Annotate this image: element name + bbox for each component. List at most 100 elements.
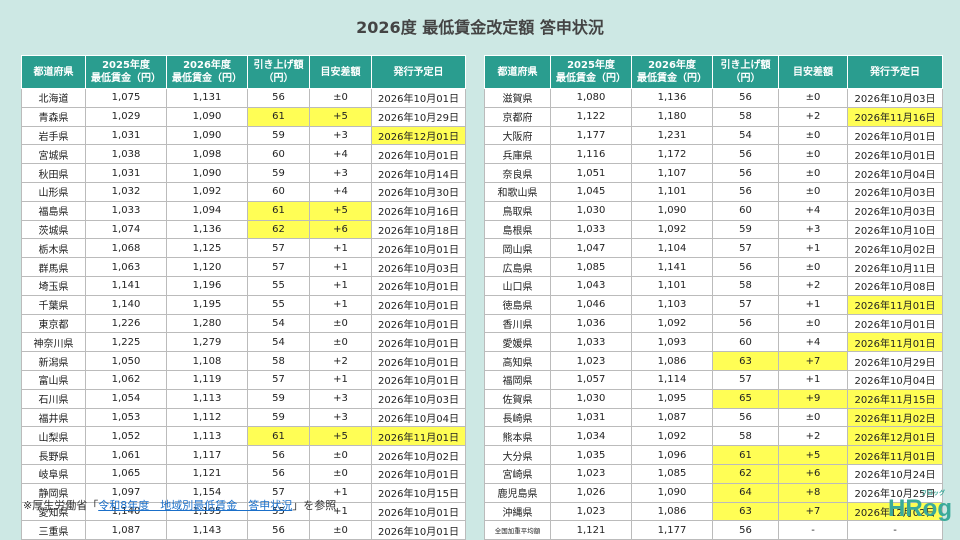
table-cell: 2026年10月04日 (847, 163, 943, 183)
table-cell: ±0 (309, 445, 372, 465)
table-cell: +1 (778, 369, 848, 390)
table-cell: +1 (309, 294, 372, 315)
table-cell: 2026年10月16日 (371, 200, 466, 221)
table-cell: 56 (712, 88, 779, 108)
table-cell: 2026年10月02日 (847, 238, 943, 259)
table-cell: 1,125 (166, 238, 248, 259)
table-cell: 58 (712, 275, 779, 296)
table-row: 栃木県 1,068 1,125 57 +1 2026年10月01日 (21, 238, 466, 259)
table-cell: 1,062 (85, 369, 167, 390)
table-cell: 62 (712, 463, 779, 484)
table-cell: +2 (778, 275, 848, 296)
table-cell: 1,026 (550, 482, 632, 503)
column-header: 2025年度 最低賃金（円） (550, 55, 632, 89)
table-cell: 福井県 (21, 407, 86, 428)
table-cell: 千葉県 (21, 294, 86, 315)
table-row: 兵庫県 1,116 1,172 56 ±0 2026年10月01日 (484, 144, 943, 165)
table-row: 大阪府 1,177 1,231 54 ±0 2026年10月01日 (484, 125, 943, 146)
table-cell: 2026年10月03日 (847, 181, 943, 202)
table-cell: 1,225 (85, 332, 167, 353)
column-header: 引き上げ額 （円） (247, 55, 310, 89)
table-cell: +3 (309, 388, 372, 409)
table-cell: 2026年10月01日 (847, 144, 943, 165)
table-cell: 1,103 (631, 294, 713, 315)
table-cell: 1,279 (166, 332, 248, 353)
table-cell: 1,101 (631, 181, 713, 202)
table-cell: 2026年10月04日 (371, 407, 466, 428)
table-cell: 2026年11月01日 (847, 294, 943, 315)
table-cell: 1,120 (166, 257, 248, 277)
table-row: 青森県 1,029 1,090 61 +5 2026年10月29日 (21, 106, 466, 127)
table-cell: 1,063 (85, 257, 167, 277)
table-cell: 59 (247, 125, 310, 146)
table-cell: 東京都 (21, 313, 86, 334)
table-cell: 1,050 (85, 351, 167, 371)
table-cell: 長崎県 (484, 407, 551, 428)
table-cell: +5 (309, 426, 372, 447)
table-cell: 59 (247, 407, 310, 428)
table-cell: 2026年10月04日 (847, 369, 943, 390)
table-cell: 1,074 (85, 219, 167, 240)
table-row: 香川県 1,036 1,092 56 ±0 2026年10月01日 (484, 313, 943, 334)
table-row: 新潟県 1,050 1,108 58 +2 2026年10月01日 (21, 351, 466, 371)
table-cell: 1,034 (550, 426, 632, 447)
table-cell: 島根県 (484, 219, 551, 240)
table-cell: 2026年10月01日 (371, 275, 466, 296)
table-cell: 56 (712, 163, 779, 183)
table-cell: 1,231 (631, 125, 713, 146)
table-cell: 1,043 (550, 275, 632, 296)
table-cell: +3 (309, 125, 372, 146)
wage-table-left: 都道府県 2025年度 最低賃金（円） 2026年度 最低賃金（円） 引き上げ額 （円） 目安… (21, 55, 466, 540)
table-cell: 1,023 (550, 463, 632, 484)
table-cell: 1,177 (631, 520, 713, 540)
table-cell: 2026年11月01日 (847, 332, 943, 353)
table-cell: 57 (712, 294, 779, 315)
source-link[interactable]: 令和8年度 地域別最低賃金 答申状況 (98, 499, 292, 512)
table-row: 全国加重平均額 1,121 1,177 56- - (484, 520, 943, 540)
table-cell: 1,196 (166, 275, 248, 296)
table-cell: 1,031 (550, 407, 632, 428)
table-row: 福島県 1,033 1,094 61 +5 2026年10月16日 (21, 200, 466, 221)
table-cell: 56 (712, 144, 779, 165)
table-cell: 1,090 (166, 106, 248, 127)
table-header-row: 都道府県 2025年度 最低賃金（円） 2026年度 最低賃金（円） 引き上げ額 （円） 目安… (484, 55, 943, 89)
table-row: 群馬県 1,063 1,120 57 +1 2026年10月03日 (21, 257, 466, 277)
table-cell: 1,087 (631, 407, 713, 428)
page-title: 2026度 最低賃金改定額 答申状況 (356, 18, 604, 37)
table-cell: 1,226 (85, 313, 167, 334)
table-cell: 56 (712, 520, 779, 540)
table-cell: 長野県 (21, 445, 86, 465)
column-header: 発行予定日 (371, 55, 466, 89)
table-cell: 福岡県 (484, 369, 551, 390)
column-header: 都道府県 (21, 55, 86, 89)
table-cell: 宮崎県 (484, 463, 551, 484)
table-cell: 1,090 (166, 163, 248, 183)
logo-text: HRog (888, 495, 952, 522)
column-header: 2026年度 最低賃金（円） (631, 55, 713, 89)
table-cell: +5 (309, 200, 372, 221)
table-cell: 石川県 (21, 388, 86, 409)
table-cell: 1,121 (550, 520, 632, 540)
table-header-row: 都道府県 2025年度 最低賃金（円） 2026年度 最低賃金（円） 引き上げ額 （円） 目安… (21, 55, 466, 89)
footnote-suffix: 」を参照 (292, 499, 337, 512)
table-cell: 鳥取県 (484, 200, 551, 221)
table-cell: 1,141 (631, 257, 713, 277)
table-cell: 岡山県 (484, 238, 551, 259)
table-cell: 1,080 (550, 88, 632, 108)
table-row: 鹿児島県 1,026 1,090 64 +8 2026年10月25日 (484, 482, 943, 503)
table-row: 佐賀県 1,030 1,095 65 +9 2026年11月15日 (484, 388, 943, 409)
table-cell: +7 (778, 501, 848, 522)
table-cell: 1,033 (550, 219, 632, 240)
table-cell: 56 (712, 407, 779, 428)
table-row: 徳島県 1,046 1,103 57 +1 2026年11月01日 (484, 294, 943, 315)
table-cell: +8 (778, 482, 848, 503)
table-cell: 熊本県 (484, 426, 551, 447)
table-cell: 1,046 (550, 294, 632, 315)
table-cell: 2026年12月01日 (371, 125, 466, 146)
table-row: 千葉県 1,140 1,195 55 +1 2026年10月01日 (21, 294, 466, 315)
table-cell: 64 (712, 482, 779, 503)
table-cell: +3 (778, 219, 848, 240)
table-cell: 奈良県 (484, 163, 551, 183)
table-row: 長崎県 1,031 1,087 56 ±0 2026年11月02日 (484, 407, 943, 428)
table-row: 愛媛県 1,033 1,093 60 +4 2026年11月01日 (484, 332, 943, 353)
